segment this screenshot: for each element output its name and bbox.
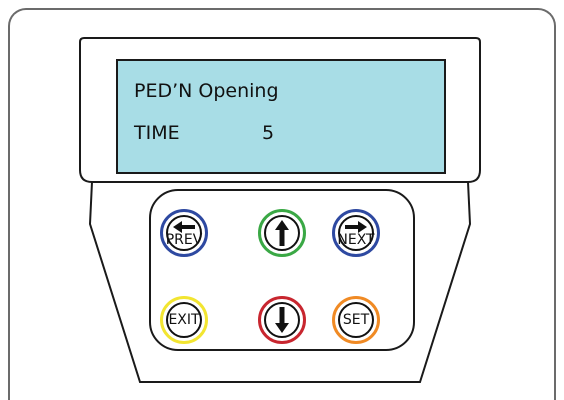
down-button[interactable] bbox=[258, 296, 306, 344]
arrow-down-icon bbox=[275, 307, 289, 333]
next-button-label: NEXT bbox=[337, 232, 375, 248]
exit-button-label: EXIT bbox=[168, 312, 200, 328]
prev-button-label: PREV bbox=[165, 232, 203, 248]
prev-button[interactable]: PREV bbox=[160, 209, 208, 257]
next-button[interactable]: NEXT bbox=[332, 209, 380, 257]
display-line-2-label: TIME bbox=[134, 122, 180, 144]
lcd-screen bbox=[116, 59, 446, 174]
display-line-2-value: 5 bbox=[262, 122, 275, 144]
set-button[interactable]: SET bbox=[332, 296, 380, 344]
up-button[interactable] bbox=[258, 209, 306, 257]
set-button-label: SET bbox=[342, 312, 370, 328]
display-line-1: PED’N Opening bbox=[134, 80, 279, 102]
exit-button[interactable]: EXIT bbox=[160, 296, 208, 344]
arrow-up-icon bbox=[275, 220, 289, 246]
